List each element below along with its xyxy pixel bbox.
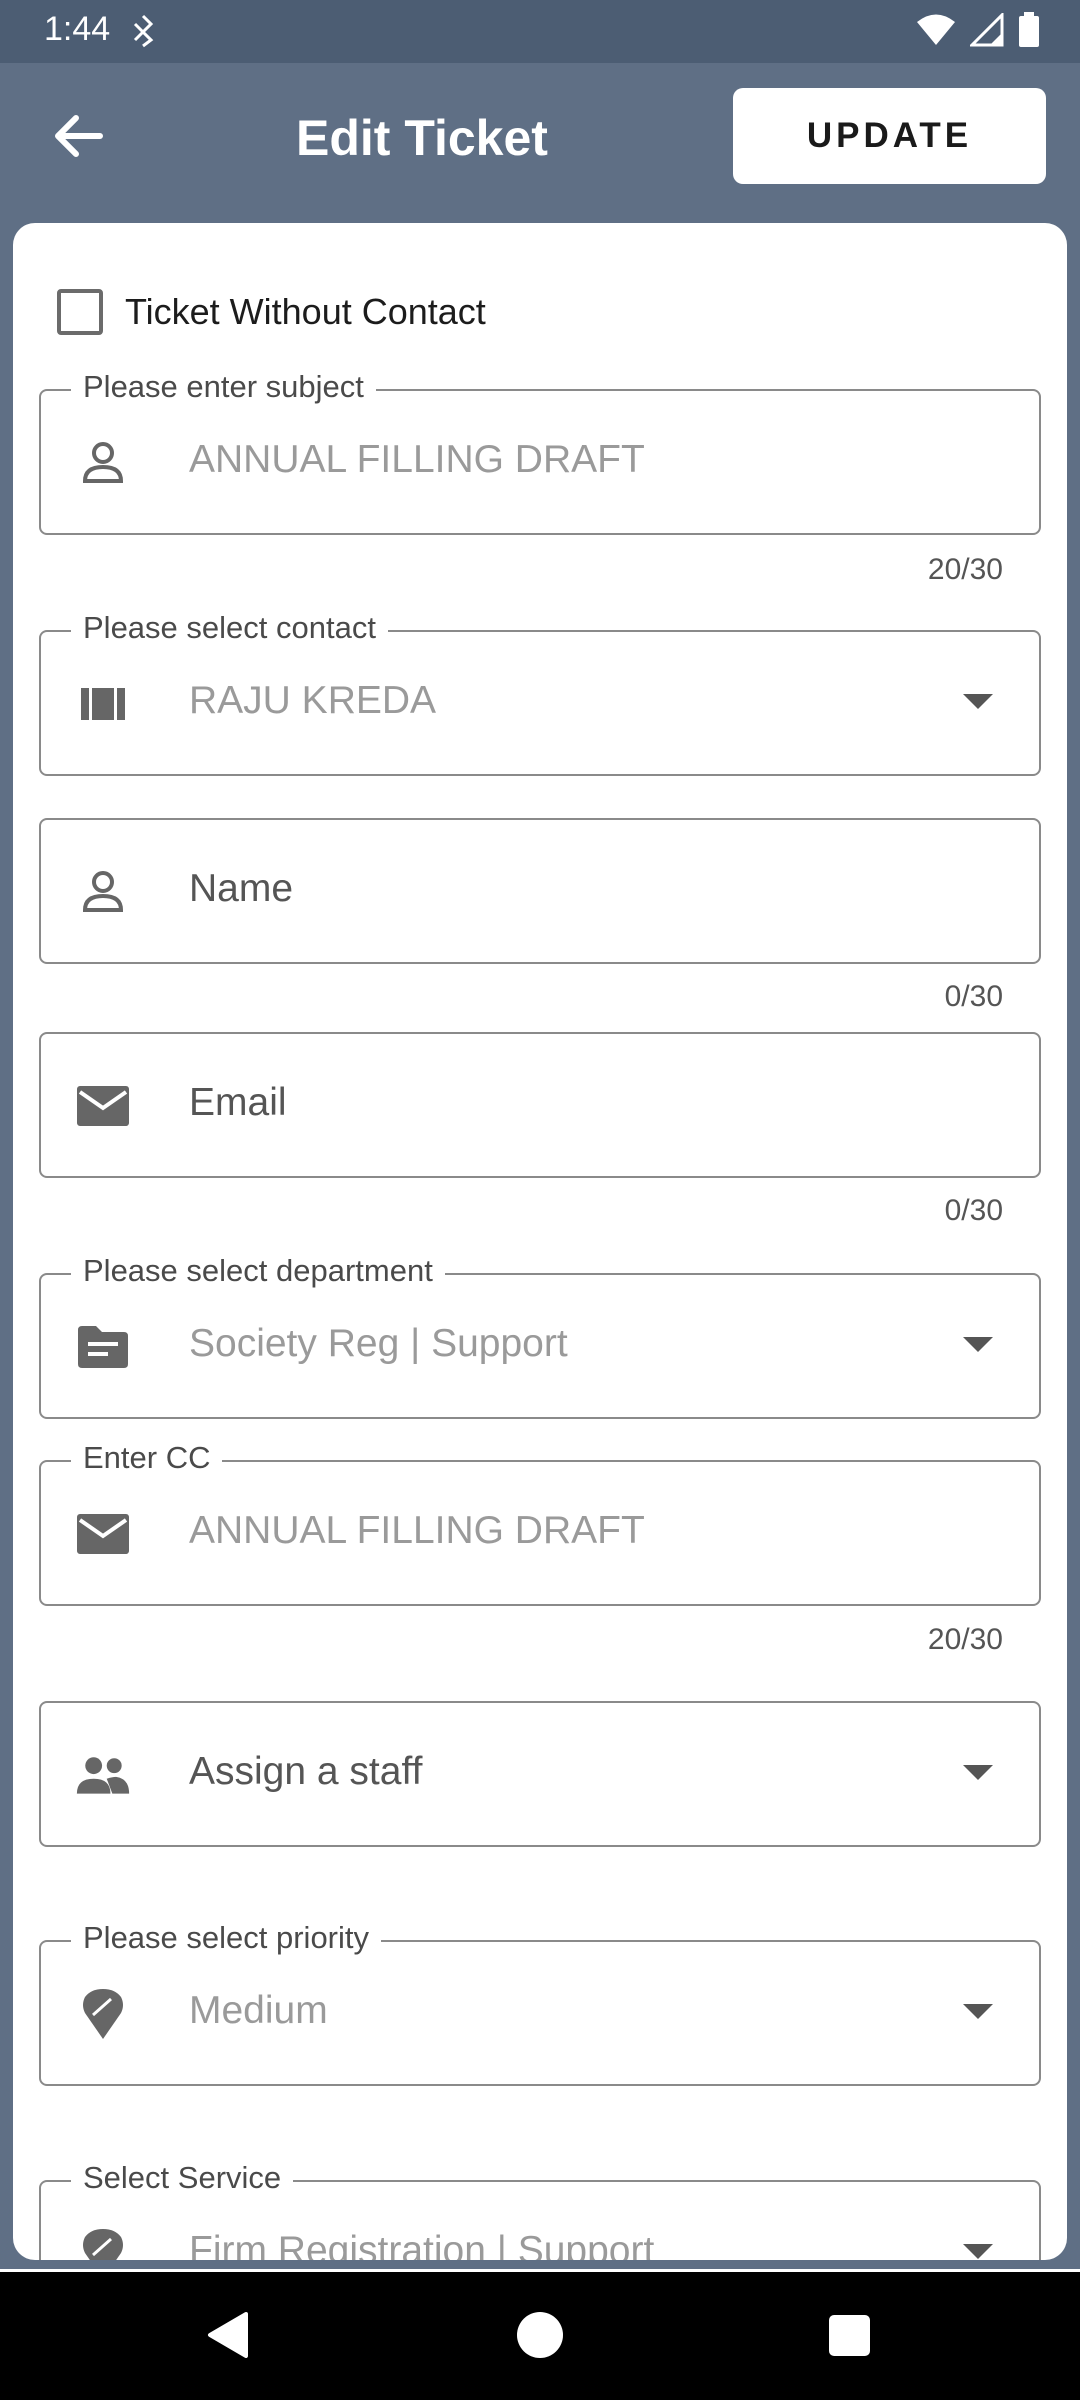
email-icon <box>75 1078 131 1134</box>
nav-home-button[interactable] <box>517 2312 563 2358</box>
email-input[interactable]: Email <box>39 1032 1041 1178</box>
status-time: 1:44 <box>44 10 111 48</box>
priority-label: Please select priority <box>71 1920 382 1956</box>
chevron-down-icon <box>963 2244 993 2259</box>
wifi-icon <box>916 13 956 52</box>
name-placeholder: Name <box>189 867 294 910</box>
ticket-without-contact-checkbox[interactable] <box>57 289 103 335</box>
chevron-down-icon <box>963 2004 993 2019</box>
name-input[interactable]: Name <box>39 818 1041 964</box>
person-icon <box>75 435 131 491</box>
email-counter: 0/30 <box>944 1194 1003 1227</box>
edit-ticket-form: Ticket Without Contact Please enter subj… <box>13 223 1067 2260</box>
arrow-left-icon <box>55 115 103 157</box>
pin-icon <box>75 1986 131 2042</box>
ticket-without-contact-label: Ticket Without Contact <box>125 291 486 332</box>
contact-card-icon <box>75 676 131 732</box>
cc-counter: 20/30 <box>927 1623 1003 1656</box>
assign-staff-placeholder: Assign a staff <box>189 1750 423 1793</box>
signal-icon <box>968 11 1004 52</box>
contact-select[interactable]: Please select contact RAJU KREDA <box>39 610 1041 776</box>
people-icon <box>75 1747 131 1803</box>
page-title: Edit Ticket <box>296 110 548 166</box>
department-label: Please select department <box>71 1253 445 1289</box>
cc-field[interactable]: Enter CC ANNUAL FILLING DRAFT <box>39 1440 1041 1606</box>
subject-label: Please enter subject <box>71 369 376 405</box>
nav-recents-button[interactable] <box>829 2315 870 2356</box>
priority-value: Medium <box>189 1989 328 2032</box>
system-nav-bar <box>0 2272 1080 2400</box>
chevron-down-icon <box>963 694 993 709</box>
person-icon <box>75 864 131 920</box>
chevron-down-icon <box>963 1765 993 1780</box>
service-value: Firm Registration | Support <box>189 2229 655 2260</box>
pin-icon <box>75 2226 131 2260</box>
service-label: Select Service <box>71 2160 294 2196</box>
battery-icon <box>1018 12 1040 53</box>
back-button[interactable] <box>38 100 118 172</box>
contact-label: Please select contact <box>71 610 388 646</box>
priority-select[interactable]: Please select priority Medium <box>39 1920 1041 2086</box>
nav-back-button[interactable] <box>206 2312 248 2363</box>
email-placeholder: Email <box>189 1081 287 1124</box>
subject-value: ANNUAL FILLING DRAFT <box>189 438 645 481</box>
triangle-back-icon <box>208 2312 248 2358</box>
ticket-without-contact-row[interactable]: Ticket Without Contact <box>57 289 486 335</box>
department-select[interactable]: Please select department Society Reg | S… <box>39 1253 1041 1419</box>
service-select[interactable]: Select Service Firm Registration | Suppo… <box>39 2160 1041 2260</box>
assign-staff-select[interactable]: Assign a staff <box>39 1701 1041 1847</box>
subject-counter: 20/30 <box>927 553 1003 586</box>
folder-icon <box>75 1319 131 1375</box>
contact-value: RAJU KREDA <box>189 679 437 722</box>
email-icon <box>75 1506 131 1562</box>
chevron-down-icon <box>963 1337 993 1352</box>
cc-label: Enter CC <box>71 1440 223 1476</box>
nfc-icon <box>130 14 156 53</box>
department-value: Society Reg | Support <box>189 1322 568 1365</box>
status-bar: 1:44 <box>0 0 1080 63</box>
subject-field[interactable]: Please enter subject ANNUAL FILLING DRAF… <box>39 369 1041 535</box>
update-button[interactable]: UPDATE <box>733 88 1046 184</box>
cc-value: ANNUAL FILLING DRAFT <box>189 1509 645 1552</box>
name-counter: 0/30 <box>944 980 1003 1013</box>
app-bar: Edit Ticket UPDATE <box>0 63 1080 209</box>
